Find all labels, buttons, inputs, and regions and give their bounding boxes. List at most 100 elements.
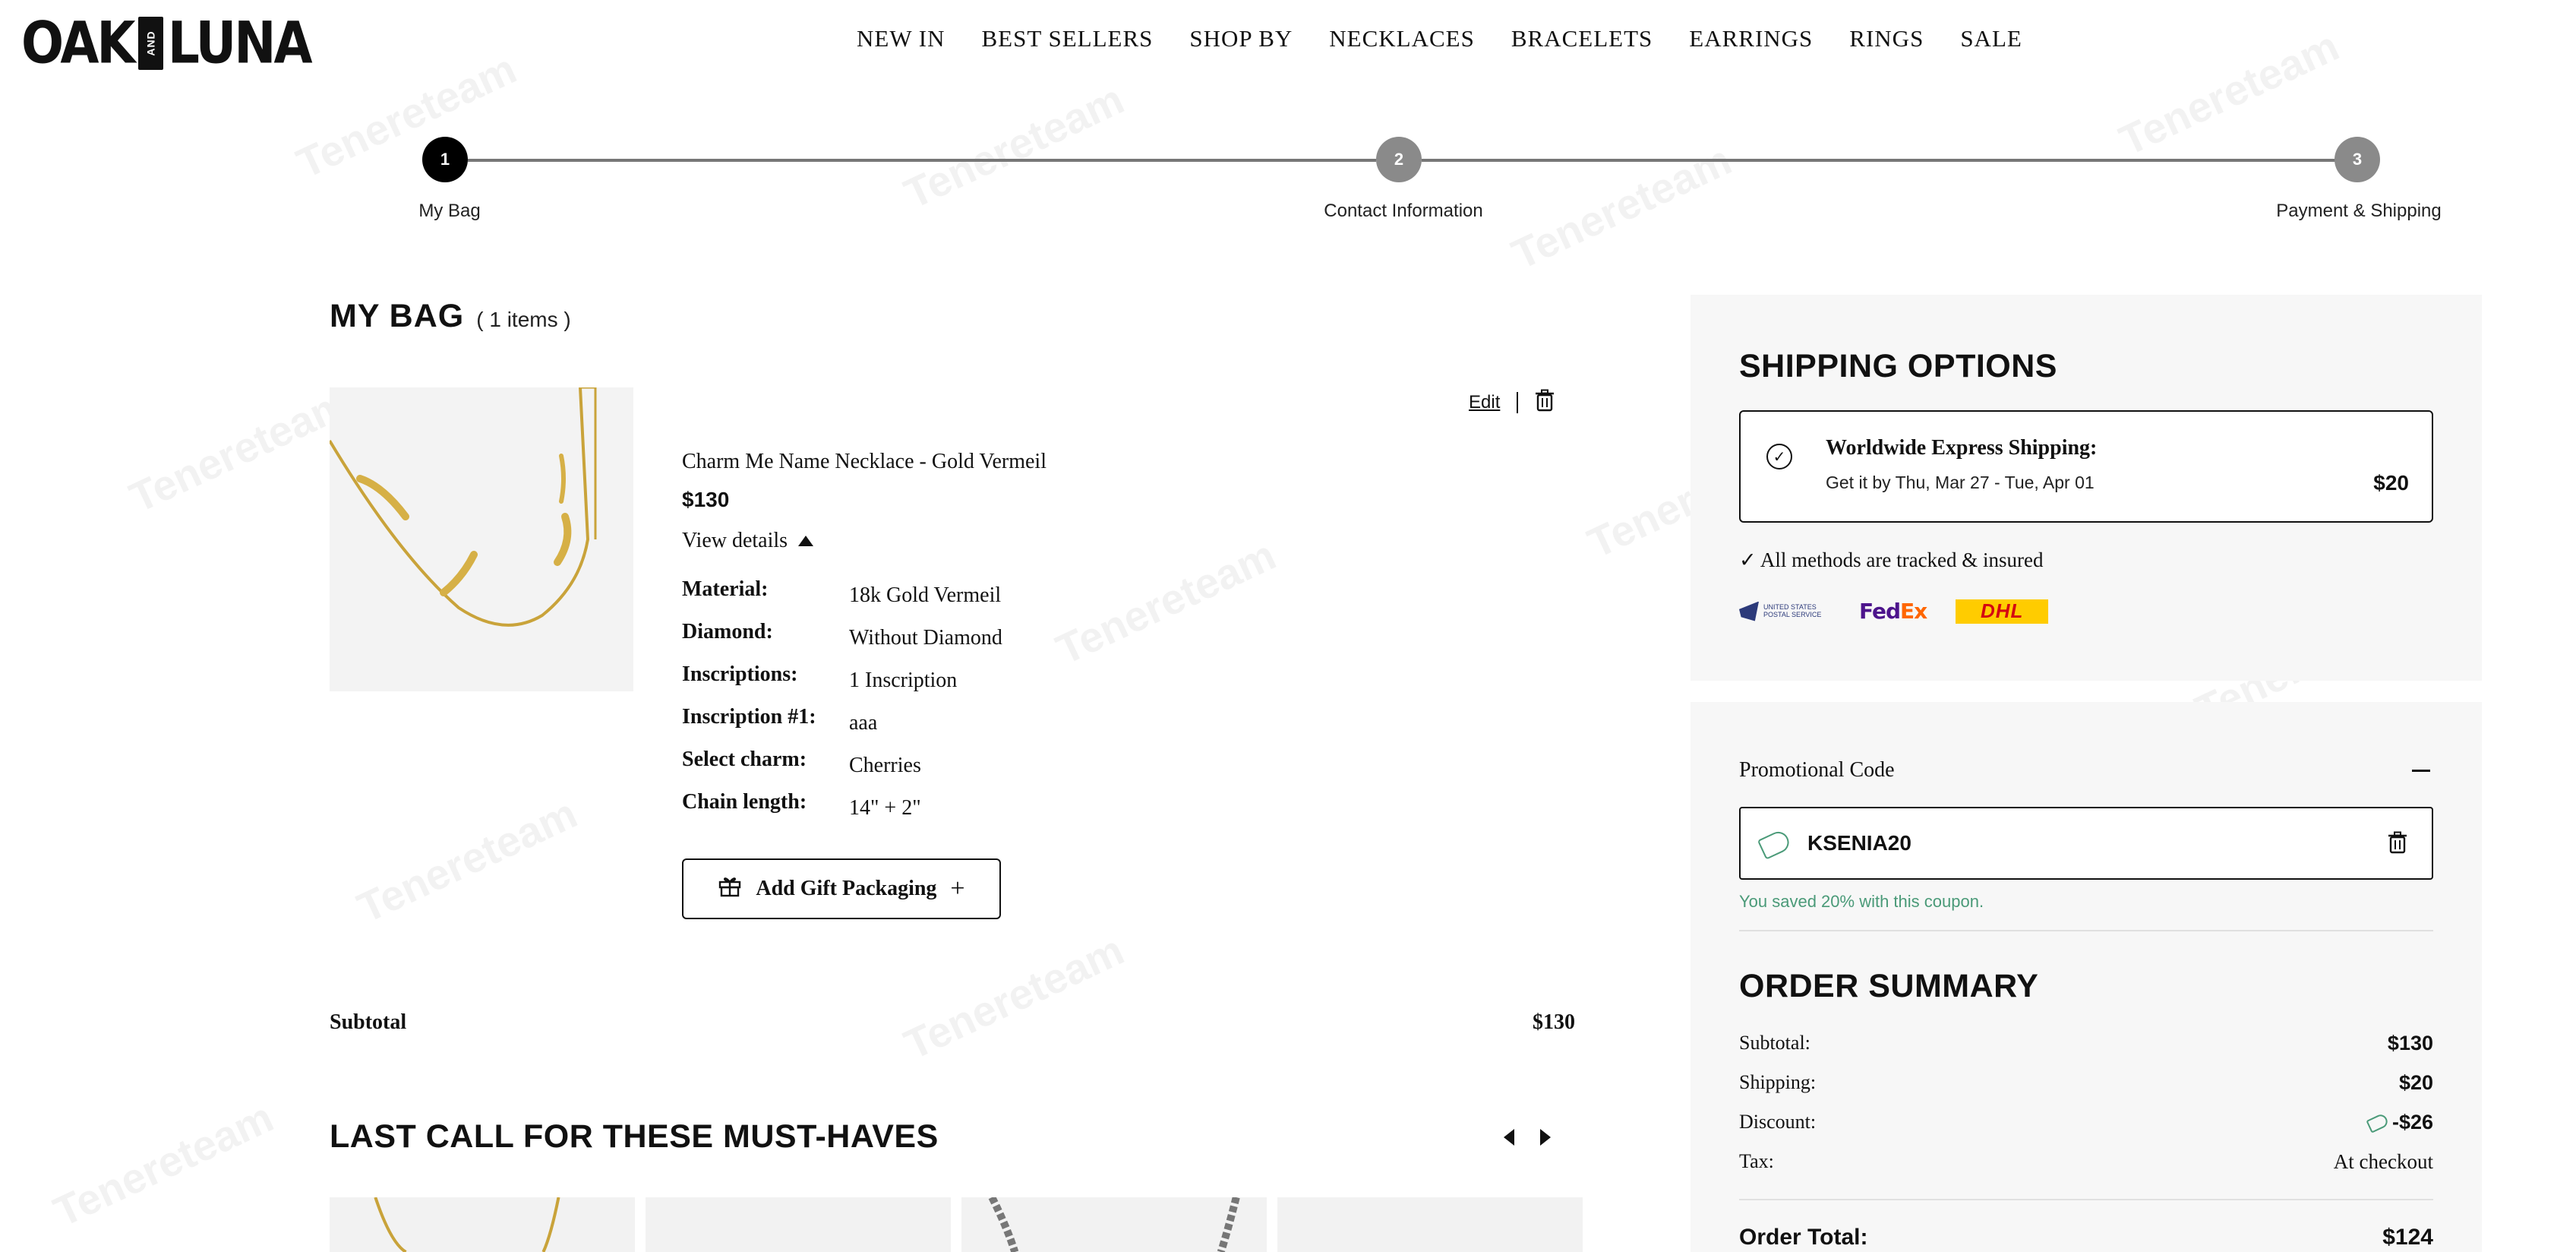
promo-code-header[interactable]: Promotional Code xyxy=(1739,758,1895,782)
nav-item-earrings[interactable]: EARRINGS xyxy=(1689,25,1813,52)
plus-icon: + xyxy=(950,874,965,903)
gift-icon xyxy=(718,874,742,904)
coupon-tag-icon xyxy=(1757,828,1793,860)
product-name[interactable]: Charm Me Name Necklace - Gold Vermeil xyxy=(682,450,1046,474)
summary-row-subtotal: Subtotal: $130 xyxy=(1739,1032,2433,1062)
step-1-label: My Bag xyxy=(418,201,481,221)
detail-row: Inscriptions: 1 Inscription xyxy=(682,662,1138,705)
add-gift-packaging-button[interactable]: Add Gift Packaging + xyxy=(682,858,1001,919)
order-summary-title: ORDER SUMMARY xyxy=(1739,968,2039,1004)
summary-row-shipping: Shipping: $20 xyxy=(1739,1071,2433,1102)
step-2-dot[interactable]: 2 xyxy=(1376,137,1422,182)
shipping-title: SHIPPING OPTIONS xyxy=(1739,348,2057,384)
usps-logo: UNITED STATES POSTAL SERVICE xyxy=(1739,599,1830,624)
nav-item-best-sellers[interactable]: BEST SELLERS xyxy=(981,25,1153,52)
bag-subtotal-label: Subtotal xyxy=(330,1010,407,1034)
nav-item-sale[interactable]: SALE xyxy=(1960,25,2022,52)
logo-right: LUNA xyxy=(167,9,313,77)
usps-text: UNITED STATES POSTAL SERVICE xyxy=(1763,602,1822,618)
detail-key: Inscription #1: xyxy=(682,705,816,729)
main-nav: NEW IN BEST SELLERS SHOP BY NECKLACES BR… xyxy=(857,25,2022,52)
detail-value: aaa xyxy=(849,711,878,735)
carrier-logos: UNITED STATES POSTAL SERVICE FedEx DHL xyxy=(1739,599,2049,624)
step-3-dot[interactable]: 3 xyxy=(2334,137,2380,182)
recommendation-card[interactable] xyxy=(1277,1197,1583,1252)
dhl-logo: DHL xyxy=(1956,599,2049,624)
promo-code-box: KSENIA20 xyxy=(1739,807,2433,880)
nav-item-bracelets[interactable]: BRACELETS xyxy=(1511,25,1653,52)
carousel-arrows xyxy=(1504,1129,1551,1146)
arrow-left-icon[interactable] xyxy=(1504,1129,1514,1146)
summary-value-discount: -$26 xyxy=(2366,1111,2433,1134)
detail-row: Material: 18k Gold Vermeil xyxy=(682,577,1138,620)
brand-logo[interactable]: OAK AND LUNA xyxy=(21,14,313,73)
fedex-logo: FedEx xyxy=(1859,599,1927,624)
divider xyxy=(1739,1199,2433,1200)
step-3-label: Payment & Shipping xyxy=(2276,201,2442,221)
detail-value: Cherries xyxy=(849,754,921,777)
bag-subtotal-value: $130 xyxy=(1533,1010,1575,1034)
watermark-text: Tenereteam xyxy=(350,789,584,932)
view-details-toggle[interactable]: View details xyxy=(682,529,814,553)
summary-row-discount: Discount: -$26 xyxy=(1739,1111,2433,1141)
summary-row-tax: Tax: At checkout xyxy=(1739,1150,2433,1181)
order-summary-panel: Promotional Code KSENIA20 You saved 20% … xyxy=(1690,702,2482,1252)
order-total-value: $124 xyxy=(2382,1225,2433,1250)
action-separator xyxy=(1517,391,1519,413)
collapse-minus-icon[interactable] xyxy=(2412,770,2430,772)
detail-row: Chain length: 14" + 2" xyxy=(682,790,1138,833)
nav-item-necklaces[interactable]: NECKLACES xyxy=(1329,25,1475,52)
step-1-dot[interactable]: 1 xyxy=(422,137,468,182)
detail-row: Diamond: Without Diamond xyxy=(682,620,1138,662)
summary-key: Subtotal: xyxy=(1739,1032,1810,1054)
shipping-option-price: $20 xyxy=(2373,471,2409,495)
nav-item-new-in[interactable]: NEW IN xyxy=(857,25,945,52)
recommendation-card[interactable] xyxy=(646,1197,951,1252)
discount-amount: -$26 xyxy=(2391,1111,2433,1133)
coupon-saved-text: You saved 20% with this coupon. xyxy=(1739,892,1984,911)
shipping-option-card[interactable]: ✓ Worldwide Express Shipping: Get it by … xyxy=(1739,410,2433,523)
bag-header: MY BAG ( 1 items ) xyxy=(330,298,571,335)
edit-link[interactable]: Edit xyxy=(1469,392,1500,413)
summary-value: $20 xyxy=(2398,1071,2433,1094)
trash-icon[interactable] xyxy=(2388,831,2407,858)
tracked-note: ✓ All methods are tracked & insured xyxy=(1739,549,2044,571)
detail-key: Diamond: xyxy=(682,620,773,643)
detail-value: 18k Gold Vermeil xyxy=(849,583,1002,607)
watermark-text: Tenereteam xyxy=(46,1092,280,1236)
summary-key: Shipping: xyxy=(1739,1071,1817,1093)
recommendation-card[interactable] xyxy=(330,1197,635,1252)
step-2-label: Contact Information xyxy=(1324,201,1483,221)
detail-value: Without Diamond xyxy=(849,626,1002,650)
bag-title: MY BAG xyxy=(330,298,465,334)
promo-code-value: KSENIA20 xyxy=(1807,831,1911,855)
divider xyxy=(1739,930,2433,931)
gift-label: Add Gift Packaging xyxy=(756,877,937,900)
watermark-text: Tenereteam xyxy=(122,378,356,522)
summary-value: At checkout xyxy=(2333,1150,2433,1173)
nav-item-rings[interactable]: RINGS xyxy=(1849,25,1924,52)
detail-row: Select charm: Cherries xyxy=(682,748,1138,790)
summary-value: $130 xyxy=(2387,1032,2433,1054)
recommendation-card[interactable] xyxy=(961,1197,1267,1252)
product-details: Material: 18k Gold Vermeil Diamond: With… xyxy=(682,577,1138,833)
recommendation-carousel xyxy=(330,1197,1583,1252)
detail-value: 14" + 2" xyxy=(849,796,921,820)
view-details-label: View details xyxy=(682,529,788,552)
product-image[interactable] xyxy=(330,387,633,691)
watermark-text: Tenereteam xyxy=(897,925,1131,1069)
detail-key: Material: xyxy=(682,577,769,601)
usps-eagle-icon xyxy=(1739,601,1760,621)
coupon-tag-icon xyxy=(2366,1111,2390,1133)
shipping-options-panel: SHIPPING OPTIONS ✓ Worldwide Express Shi… xyxy=(1690,295,2482,681)
detail-row: Inscription #1: aaa xyxy=(682,705,1138,748)
caret-up-icon xyxy=(798,536,814,546)
trash-icon[interactable] xyxy=(1535,389,1555,416)
detail-key: Chain length: xyxy=(682,790,807,814)
detail-key: Inscriptions: xyxy=(682,662,798,686)
detail-key: Select charm: xyxy=(682,748,807,771)
nav-item-shop-by[interactable]: SHOP BY xyxy=(1189,25,1293,52)
chain-thumbnail xyxy=(988,1197,1240,1252)
shipping-option-eta: Get it by Thu, Mar 27 - Tue, Apr 01 xyxy=(1826,473,2095,492)
arrow-right-icon[interactable] xyxy=(1540,1129,1551,1146)
